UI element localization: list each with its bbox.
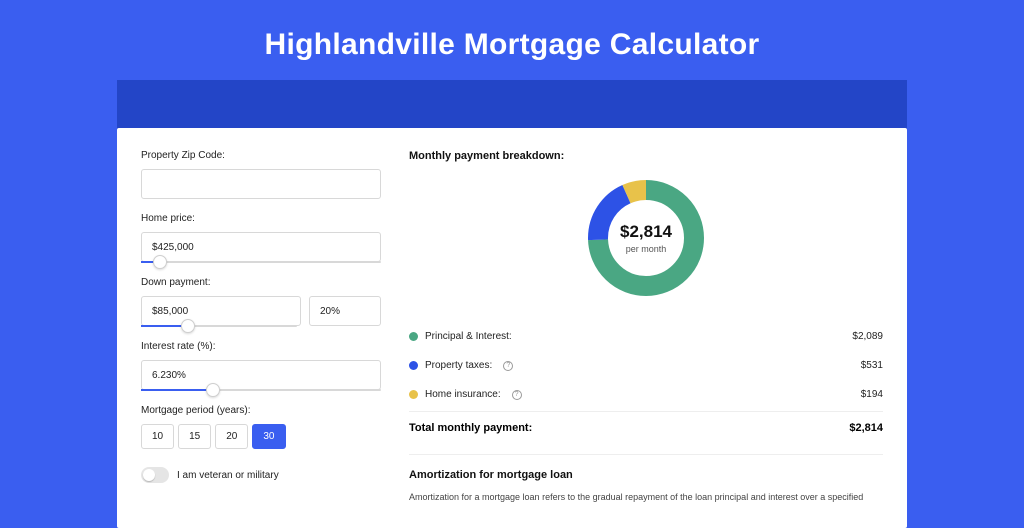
legend-value: $194 [861,389,883,400]
legend-label: Principal & Interest: [425,331,512,342]
legend-row: Property taxes:? $531 [409,351,883,380]
total-label: Total monthly payment: [409,422,532,434]
veteran-label: I am veteran or military [177,470,279,481]
period-option-30[interactable]: 30 [252,424,285,449]
down-payment-percent-input[interactable] [309,296,381,326]
info-icon[interactable]: ? [503,361,513,371]
amortization-section: Amortization for mortgage loan Amortizat… [409,454,883,505]
legend: Principal & Interest: $2,089 Property taxe… [409,322,883,409]
down-payment-slider[interactable] [141,325,297,327]
down-payment-label: Down payment: [141,277,381,288]
home-price-input[interactable] [141,232,381,262]
breakdown-title: Monthly payment breakdown: [409,150,883,162]
legend-value: $531 [861,360,883,371]
legend-label: Home insurance: [425,389,501,400]
home-price-label: Home price: [141,213,381,224]
period-field: Mortgage period (years): 10152030 [141,405,381,449]
donut-value: $2,814 [620,222,672,242]
slider-thumb[interactable] [153,255,167,269]
legend-dot [409,332,418,341]
legend-dot [409,361,418,370]
zip-input[interactable] [141,169,381,199]
info-icon[interactable]: ? [512,390,522,400]
period-label: Mortgage period (years): [141,405,381,416]
period-option-15[interactable]: 15 [178,424,211,449]
zip-field: Property Zip Code: [141,150,381,199]
total-row: Total monthly payment: $2,814 [409,411,883,444]
amortization-title: Amortization for mortgage loan [409,469,883,481]
veteran-row: I am veteran or military [141,467,381,483]
home-price-slider[interactable] [141,261,381,263]
results-column: Monthly payment breakdown: $2,814 per mo… [409,150,883,528]
zip-label: Property Zip Code: [141,150,381,161]
slider-thumb[interactable] [181,319,195,333]
donut-sub: per month [626,244,667,254]
period-options: 10152030 [141,424,381,449]
legend-dot [409,390,418,399]
amortization-text: Amortization for a mortgage loan refers … [409,491,883,505]
period-option-10[interactable]: 10 [141,424,174,449]
legend-label: Property taxes: [425,360,492,371]
total-value: $2,814 [849,422,883,434]
legend-value: $2,089 [852,331,883,342]
down-payment-field: Down payment: [141,277,381,327]
interest-label: Interest rate (%): [141,341,381,352]
legend-row: Principal & Interest: $2,089 [409,322,883,351]
down-payment-amount-input[interactable] [141,296,301,326]
slider-thumb[interactable] [206,383,220,397]
page-title: Highlandville Mortgage Calculator [0,0,1024,80]
period-option-20[interactable]: 20 [215,424,248,449]
inputs-column: Property Zip Code: Home price: Down paym… [141,150,381,528]
interest-input[interactable] [141,360,381,390]
calculator-card: Property Zip Code: Home price: Down paym… [117,128,907,528]
donut-chart: $2,814 per month [409,174,883,302]
interest-field: Interest rate (%): [141,341,381,391]
veteran-toggle[interactable] [141,467,169,483]
home-price-field: Home price: [141,213,381,263]
interest-slider[interactable] [141,389,381,391]
legend-row: Home insurance:? $194 [409,380,883,409]
